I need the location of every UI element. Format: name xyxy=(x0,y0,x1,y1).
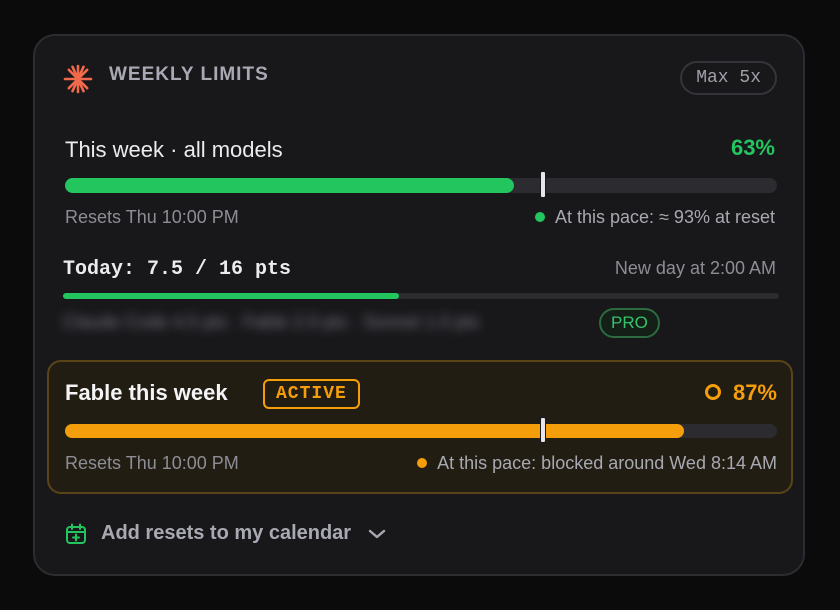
pro-badge: PRO xyxy=(599,308,660,338)
chevron-down-icon[interactable] xyxy=(367,524,387,544)
fable-section: Fable this week ACTIVE 87% Resets Thu 10… xyxy=(47,360,793,494)
fable-reset-text: Resets Thu 10:00 PM xyxy=(65,453,239,473)
orange-status-dot xyxy=(417,458,428,469)
fable-progress-track xyxy=(65,417,777,443)
new-day-text: New day at 2:00 AM xyxy=(614,258,776,278)
all-models-pace-label: At this pace: ≈ 93% at reset xyxy=(555,207,775,227)
all-models-reset-text: Resets Thu 10:00 PM xyxy=(65,207,239,227)
fable-pace-marker xyxy=(539,417,546,443)
all-models-pace-marker xyxy=(539,171,546,198)
all-models-pace-text: At this pace: ≈ 93% at reset xyxy=(535,207,775,228)
sparkle-burst-icon xyxy=(63,64,93,94)
fable-label: Fable this week xyxy=(65,380,228,405)
fable-progress-fill xyxy=(65,424,685,438)
today-progress-fill xyxy=(63,293,399,299)
today-progress-track xyxy=(63,293,779,299)
calendar-plus-icon xyxy=(66,523,86,544)
fable-pace-label: At this pace: blocked around Wed 8:14 AM xyxy=(437,453,777,473)
all-models-label: This week · all models xyxy=(65,137,283,162)
all-models-progress-track xyxy=(65,171,777,198)
add-to-calendar-label: Add resets to my calendar xyxy=(101,522,352,544)
all-models-percent: 63% xyxy=(730,135,775,160)
weekly-limits-card: WEEKLY LIMITS Max 5x This week · all mod… xyxy=(33,34,805,576)
fable-pace-text: At this pace: blocked around Wed 8:14 AM xyxy=(417,453,777,474)
card-title: WEEKLY LIMITS xyxy=(109,64,269,85)
plan-badge: Max 5x xyxy=(680,61,777,95)
today-points: Today: 7.5 / 16 pts xyxy=(63,258,292,281)
fable-percent: 87% xyxy=(704,380,777,406)
ring-icon xyxy=(704,384,721,401)
all-models-progress-fill xyxy=(65,178,514,193)
add-to-calendar-button[interactable]: Add resets to my calendar xyxy=(65,522,387,545)
daily-breakdown-blurred: Claude Code 4.5 pts · Fable 2.0 pts · So… xyxy=(63,312,480,332)
green-status-dot xyxy=(535,212,545,223)
active-badge: ACTIVE xyxy=(263,379,360,409)
fable-percent-value: 87% xyxy=(732,380,777,405)
